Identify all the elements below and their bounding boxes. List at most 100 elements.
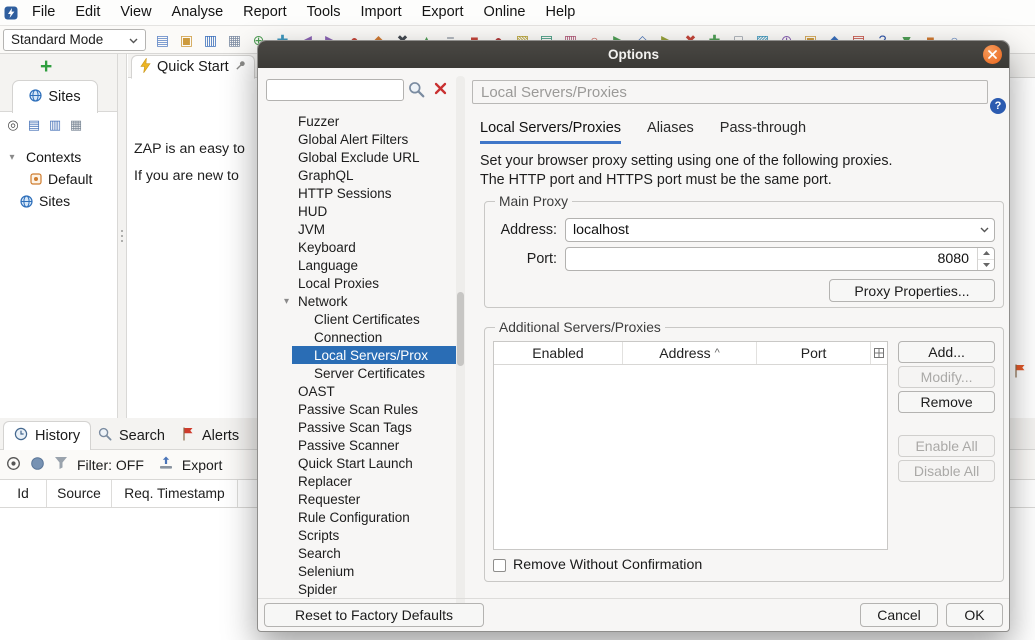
column-header-req-timestamp[interactable]: Req. Timestamp: [112, 480, 238, 507]
tree-item-label: Passive Scan Tags: [298, 419, 412, 435]
options-tree-item[interactable]: ▾ Global Alert Filters: [258, 130, 456, 148]
export-context-icon[interactable]: ▦: [68, 117, 84, 133]
menu-item[interactable]: Tools: [297, 0, 351, 25]
options-tree-item[interactable]: ▾ Selenium: [258, 562, 456, 580]
port-spinner[interactable]: 8080: [565, 247, 995, 271]
tree-item-label: Contexts: [26, 149, 82, 165]
history-view-icon[interactable]: [30, 456, 45, 474]
menu-item[interactable]: Online: [474, 0, 536, 25]
new-session-icon[interactable]: ▤: [153, 30, 172, 49]
options-tree-item[interactable]: ▾ Local Servers/Prox: [258, 346, 456, 364]
options-tree-item[interactable]: ▾ Connection: [258, 328, 456, 346]
spinner-down-icon[interactable]: [978, 260, 994, 271]
options-tree-item[interactable]: ▾ Requester: [258, 490, 456, 508]
snapshot-session-icon[interactable]: ▦: [225, 30, 244, 49]
column-header-source[interactable]: Source: [47, 480, 112, 507]
options-tree-item[interactable]: ▾ Passive Scanner: [258, 436, 456, 454]
menu-item[interactable]: Analyse: [162, 0, 234, 25]
tab-sites[interactable]: Sites: [12, 80, 98, 113]
reset-defaults-button[interactable]: Reset to Factory Defaults: [264, 603, 484, 627]
open-session-icon[interactable]: ▣: [177, 30, 196, 49]
options-tree-item[interactable]: ▾ Spider: [258, 580, 456, 598]
tree-item-default-context[interactable]: Default: [0, 168, 117, 190]
new-context-icon[interactable]: ▤: [26, 117, 42, 133]
clear-search-icon[interactable]: [433, 81, 451, 99]
options-tree-item[interactable]: ▾ Client Certificates: [258, 310, 456, 328]
filter-funnel-icon[interactable]: [54, 456, 68, 473]
pin-icon[interactable]: [235, 59, 246, 75]
proxy-properties-button[interactable]: Proxy Properties...: [829, 279, 995, 302]
options-tree-item[interactable]: ▾ Scripts: [258, 526, 456, 544]
remove-confirmation-checkbox[interactable]: [493, 558, 506, 572]
options-tree-item[interactable]: ▾ HTTP Sessions: [258, 184, 456, 202]
help-icon[interactable]: ?: [990, 98, 1006, 114]
menu-item[interactable]: Edit: [65, 0, 110, 25]
export-icon[interactable]: [159, 456, 173, 473]
spinner-up-icon[interactable]: [978, 248, 994, 260]
in-scope-target-icon[interactable]: [6, 456, 21, 474]
options-tree-item[interactable]: ▾ Network: [258, 292, 456, 310]
options-tree-item[interactable]: ▾ Rule Configuration: [258, 508, 456, 526]
sites-panel: + Sites ◎ ▤ ▥ ▦ ▾ Contexts Default Sites: [0, 54, 118, 418]
chevron-down-icon[interactable]: [974, 227, 994, 233]
options-tree-item[interactable]: ▾ Server Certificates: [258, 364, 456, 382]
tab-pass-through[interactable]: Pass-through: [720, 120, 806, 144]
menu-item[interactable]: Import: [351, 0, 412, 25]
menu-item[interactable]: View: [110, 0, 161, 25]
spinner-arrows[interactable]: [977, 248, 994, 270]
options-tree-item[interactable]: ▾ GraphQL: [258, 166, 456, 184]
options-tree-item[interactable]: ▾ OAST: [258, 382, 456, 400]
tab-quick-start[interactable]: Quick Start: [131, 55, 255, 79]
tab-history[interactable]: History: [3, 421, 92, 451]
search-icon[interactable]: [408, 81, 426, 99]
column-header-id[interactable]: Id: [0, 480, 47, 507]
export-label[interactable]: Export: [182, 457, 222, 473]
tab-search[interactable]: Search: [88, 421, 175, 451]
servers-table-body[interactable]: [494, 365, 888, 549]
column-header-port[interactable]: Port: [756, 342, 870, 364]
options-tree-item[interactable]: ▾ JVM: [258, 220, 456, 238]
options-tree-item[interactable]: ▾ Fuzzer: [258, 112, 456, 130]
options-tree-item[interactable]: ▾ Search: [258, 544, 456, 562]
splitter-handle[interactable]: [118, 54, 127, 418]
add-button[interactable]: Add...: [898, 341, 995, 363]
menu-item[interactable]: Export: [412, 0, 474, 25]
chevron-down-icon[interactable]: ▾: [284, 296, 298, 307]
options-tree-item[interactable]: ▾ Quick Start Launch: [258, 454, 456, 472]
address-combobox[interactable]: localhost: [565, 218, 995, 242]
options-tree-item[interactable]: ▾ Local Proxies: [258, 274, 456, 292]
in-scope-target-icon[interactable]: ◎: [5, 117, 21, 133]
import-context-icon[interactable]: ▥: [47, 117, 63, 133]
chevron-down-icon[interactable]: ▾: [6, 152, 18, 163]
options-tree-item[interactable]: ▾ Language: [258, 256, 456, 274]
remove-button[interactable]: Remove: [898, 391, 995, 413]
add-panel-button[interactable]: +: [40, 55, 52, 79]
tab-local-servers-proxies[interactable]: Local Servers/Proxies: [480, 120, 622, 144]
filter-status-label[interactable]: Filter: OFF: [77, 457, 144, 473]
scrollbar-thumb[interactable]: [457, 292, 464, 366]
mode-select[interactable]: Standard Mode: [3, 28, 146, 51]
tree-scrollbar[interactable]: [456, 76, 465, 616]
options-search-input[interactable]: [266, 79, 404, 101]
cancel-button[interactable]: Cancel: [860, 603, 938, 627]
menu-item[interactable]: Report: [233, 0, 297, 25]
options-tree-item[interactable]: ▾ Global Exclude URL: [258, 148, 456, 166]
options-tree-item[interactable]: ▾ Replacer: [258, 472, 456, 490]
ok-button[interactable]: OK: [946, 603, 1003, 627]
dialog-titlebar[interactable]: Options: [258, 41, 1009, 68]
table-options-icon[interactable]: [870, 342, 887, 364]
persist-session-icon[interactable]: ▥: [201, 30, 220, 49]
options-tree-item[interactable]: ▾ Passive Scan Rules: [258, 400, 456, 418]
menu-item[interactable]: Help: [535, 0, 585, 25]
column-header-address[interactable]: Address ^: [622, 342, 756, 364]
tab-aliases[interactable]: Aliases: [647, 120, 694, 144]
options-tree-item[interactable]: ▾ Passive Scan Tags: [258, 418, 456, 436]
column-header-enabled[interactable]: Enabled: [494, 342, 622, 364]
options-tree-item[interactable]: ▾ HUD: [258, 202, 456, 220]
tree-item-sites[interactable]: Sites: [0, 190, 117, 212]
close-icon[interactable]: [983, 45, 1002, 64]
options-tree-item[interactable]: ▾ Keyboard: [258, 238, 456, 256]
menu-item[interactable]: File: [22, 0, 65, 25]
tab-alerts[interactable]: Alerts: [172, 421, 249, 451]
tree-item-contexts[interactable]: ▾ Contexts: [0, 146, 117, 168]
